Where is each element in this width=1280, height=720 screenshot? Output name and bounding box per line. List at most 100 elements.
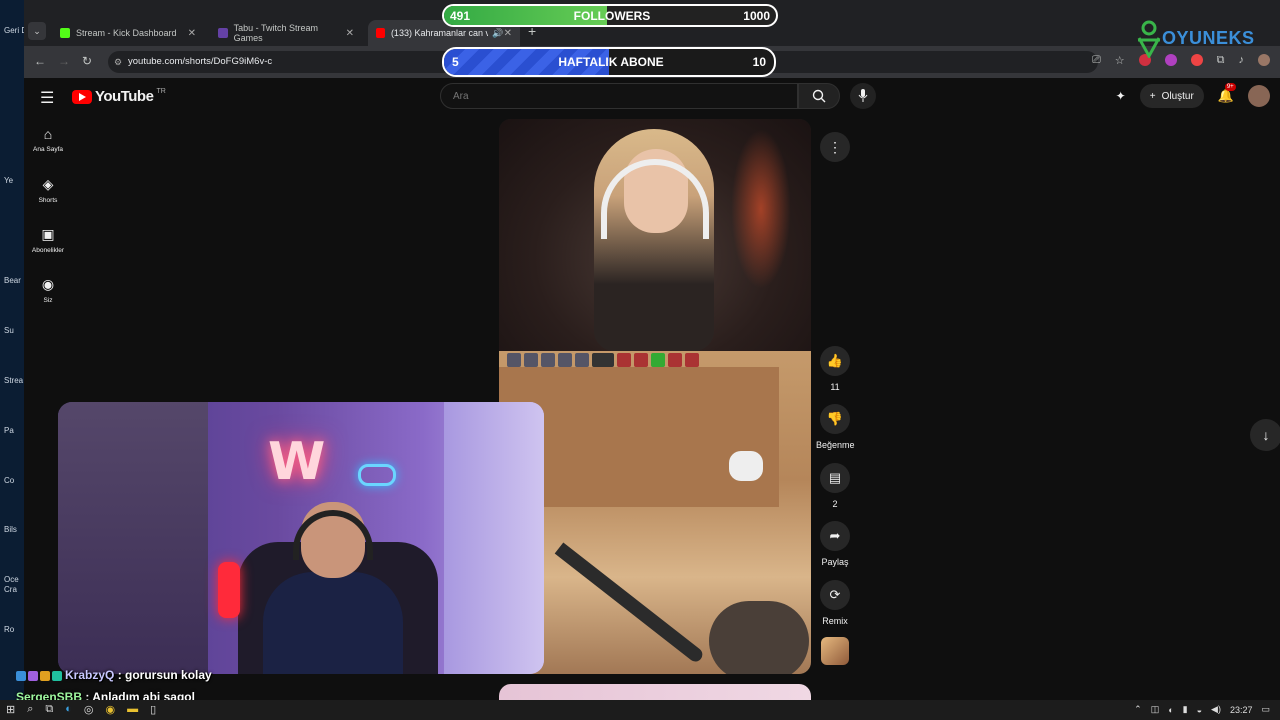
cast-icon[interactable]: ✦ — [1116, 89, 1126, 103]
file-explorer-icon[interactable]: ▬ — [127, 703, 138, 716]
hud-agent-icon — [668, 353, 682, 367]
notification-center-icon[interactable]: ▭ — [1261, 704, 1270, 715]
badge-icon — [16, 670, 26, 681]
tab-kick-dashboard[interactable]: Stream - Kick Dashboard ✕ — [52, 20, 204, 46]
comment-count: 2 — [832, 499, 838, 509]
search-button[interactable] — [798, 83, 840, 109]
youtube-play-icon — [72, 89, 92, 104]
notepad-icon[interactable]: ▯ — [150, 703, 156, 716]
back-button[interactable]: ← — [34, 54, 46, 68]
plus-icon: + — [1149, 90, 1156, 102]
hud-agent-icon — [524, 353, 538, 367]
create-button[interactable]: + Oluştur — [1139, 84, 1204, 108]
bookmark-star-icon[interactable]: ☆ — [1115, 54, 1125, 67]
youtube-logo[interactable]: YouTube TR — [72, 88, 166, 105]
region-code: TR — [156, 88, 166, 95]
hud-agent-icon — [541, 353, 555, 367]
notification-badge: 9+ — [1224, 83, 1236, 91]
shorts-player[interactable] — [499, 119, 811, 674]
desktop-label[interactable]: Cra — [4, 585, 17, 594]
chevron-up-icon[interactable]: ⌃ — [1134, 704, 1142, 715]
streamer-webcam: W — [58, 402, 544, 674]
subs-current: 5 — [452, 55, 459, 69]
hud-timer-icon — [592, 353, 614, 367]
sound-thumbnail[interactable] — [821, 637, 849, 665]
desktop-label[interactable]: Su — [4, 326, 14, 335]
search-input[interactable] — [440, 83, 798, 109]
sidebar-item-home[interactable]: ⌂ Ana Sayfa — [24, 126, 72, 153]
weekly-subs-goal-bar: 5 HAFTALIK ABONE 10 — [442, 47, 776, 77]
more-options-button[interactable]: ⋮ — [820, 132, 850, 162]
dislike-button[interactable]: 👎 Beğenme — [816, 404, 855, 450]
tab-search-dropdown[interactable]: ⌄ — [28, 22, 46, 40]
remix-button[interactable]: ⟳ Remix — [816, 580, 854, 626]
tab-twitch-games[interactable]: Tabu - Twitch Stream Games ✕ — [210, 20, 362, 46]
tray-app-icon[interactable]: ◒ — [1197, 705, 1202, 715]
taskbar-apps: ⊞ ⌕ ⧉ ◐ ◎ ◉ ▬ ▯ — [6, 703, 156, 716]
edge-icon[interactable]: ◐ — [65, 703, 72, 716]
desktop-label[interactable]: Strea — [4, 376, 23, 385]
hud-agent-icon — [558, 353, 572, 367]
reload-button[interactable]: ↻ — [82, 54, 92, 68]
microphone-icon[interactable]: ▮ — [1183, 704, 1188, 715]
windows-start-icon[interactable]: ⊞ — [6, 703, 15, 716]
sidebar-item-shorts[interactable]: ◈ Shorts — [24, 176, 72, 204]
more-vert-icon: ⋮ — [828, 138, 842, 155]
close-icon[interactable]: ✕ — [188, 28, 196, 39]
followers-current: 491 — [450, 8, 471, 23]
youtube-favicon-icon — [376, 28, 385, 38]
neon-sign: W — [268, 432, 326, 492]
sidebar-item-label: Ana Sayfa — [33, 146, 63, 153]
chat-badges — [16, 670, 62, 681]
followers-goal-bar: 491 FOLLOWERS 1000 — [442, 4, 778, 27]
share-arrow-icon: ➦ — [820, 521, 850, 551]
sidebar-item-label: Shorts — [38, 197, 58, 204]
tray-app-icon[interactable]: ◫ — [1151, 704, 1160, 715]
share-button[interactable]: ➦ Paylaş — [816, 521, 854, 567]
sidebar-item-you[interactable]: ◉ Siz — [24, 276, 72, 304]
sidebar-item-label: Siz — [43, 297, 53, 304]
closet-background — [58, 402, 208, 674]
obs-icon[interactable]: ◎ — [84, 703, 94, 716]
install-app-icon[interactable]: ⎚ — [1092, 54, 1101, 67]
desktop-label[interactable]: Pa — [4, 426, 14, 435]
desktop-label[interactable]: Co — [4, 476, 14, 485]
tray-app-icon[interactable]: ◐ — [1168, 705, 1173, 715]
speaker-icon[interactable]: ◀) — [1211, 704, 1221, 715]
comments-button[interactable]: ▤ 2 — [816, 463, 854, 509]
site-info-icon[interactable]: ⚙ — [114, 51, 122, 73]
desktop-label[interactable]: Ye — [4, 176, 13, 185]
close-icon[interactable]: ✕ — [504, 28, 512, 39]
chat-username: KrabzyQ — [65, 668, 115, 682]
task-view-icon[interactable]: ⧉ — [45, 703, 53, 716]
search-icon — [812, 89, 826, 103]
background-glow — [731, 129, 791, 289]
cat-sprite — [729, 451, 763, 481]
like-button[interactable]: 👍 11 — [816, 346, 854, 392]
chrome-icon[interactable]: ◉ — [106, 703, 116, 716]
next-short-button[interactable]: ↓ — [1250, 419, 1280, 451]
desktop-label[interactable]: Oce — [4, 575, 19, 584]
search-icon[interactable]: ⌕ — [27, 703, 33, 716]
microphone-icon — [858, 89, 868, 102]
mascot-icon — [1137, 20, 1161, 60]
hud-agent-icon — [651, 353, 665, 367]
close-icon[interactable]: ✕ — [346, 28, 354, 39]
forward-button[interactable]: → — [58, 54, 70, 68]
desktop-label[interactable]: Ro — [4, 625, 14, 634]
notifications-button[interactable]: 🔔 9+ — [1218, 83, 1236, 104]
clock-time[interactable]: 23:27 — [1230, 705, 1253, 715]
chevron-down-icon: ⌄ — [33, 25, 41, 36]
microphone — [218, 562, 240, 618]
voice-search-button[interactable] — [850, 83, 876, 109]
remix-icon: ⟳ — [820, 580, 850, 610]
speaker-icon[interactable]: 🔊 — [492, 28, 503, 39]
desktop-label[interactable]: Bils — [4, 525, 17, 534]
hamburger-menu-icon[interactable]: ☰ — [40, 88, 54, 108]
streamer-body — [263, 572, 403, 674]
desktop-label[interactable]: Bear — [4, 276, 21, 285]
avatar[interactable] — [1248, 85, 1270, 107]
sidebar-item-subscriptions[interactable]: ▣ Abonelikler — [24, 226, 72, 254]
comment-icon: ▤ — [820, 463, 850, 493]
hud-agent-icon — [617, 353, 631, 367]
